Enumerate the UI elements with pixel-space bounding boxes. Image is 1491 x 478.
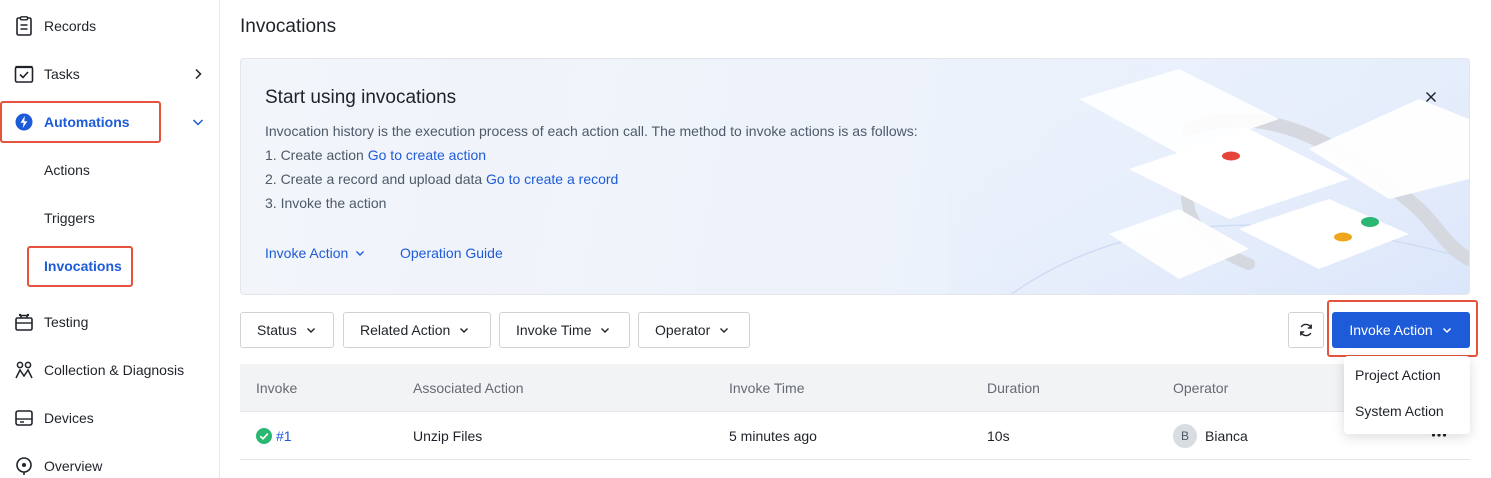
sidebar-item-label: Collection & Diagnosis	[44, 362, 185, 378]
sidebar-item-label: Overview	[44, 458, 103, 474]
chevron-down-icon	[601, 328, 610, 333]
banner-step-2: 2. Create a record and upload data Go to…	[265, 171, 618, 187]
success-check-icon	[256, 428, 272, 444]
invoke-time-filter-label: Invoke Time	[516, 322, 592, 338]
invoke-id-link[interactable]: #1	[276, 428, 292, 444]
chevron-down-icon	[356, 251, 365, 256]
overview-icon	[14, 456, 34, 476]
related-action-filter-label: Related Action	[360, 322, 451, 338]
sidebar-item-label: Devices	[44, 410, 94, 426]
column-header-invoke: Invoke	[256, 380, 298, 396]
sidebar-item-overview[interactable]: Overview	[0, 446, 219, 478]
related-action-filter[interactable]: Related Action	[343, 312, 491, 348]
sidebar-item-label: Testing	[44, 314, 89, 330]
briefcase-icon	[14, 312, 34, 332]
sidebar: Records Tasks Automations Actions Trigge…	[0, 0, 220, 478]
operation-guide-label: Operation Guide	[400, 245, 503, 261]
sidebar-item-collection-diagnosis[interactable]: Collection & Diagnosis	[0, 350, 219, 390]
column-header-invoke-time: Invoke Time	[729, 380, 805, 396]
sidebar-item-label: Triggers	[44, 210, 95, 226]
sidebar-item-label: Records	[44, 18, 97, 34]
sidebar-item-label: Actions	[44, 162, 90, 178]
task-check-icon	[14, 64, 34, 84]
chevron-down-icon	[460, 328, 469, 333]
banner-invoke-action-label: Invoke Action	[265, 245, 349, 261]
sidebar-item-tasks[interactable]: Tasks	[0, 54, 219, 94]
column-header-duration: Duration	[987, 380, 1040, 396]
step-2-text: 2. Create a record and upload data	[265, 171, 487, 187]
sidebar-item-actions[interactable]: Actions	[0, 150, 219, 190]
operation-guide-link[interactable]: Operation Guide	[400, 245, 503, 261]
operator-filter-label: Operator	[655, 322, 711, 338]
sidebar-item-testing[interactable]: Testing	[0, 302, 219, 342]
status-filter-label: Status	[257, 322, 297, 338]
create-record-link[interactable]: Go to create a record	[486, 171, 618, 187]
table-row[interactable]: #1 Unzip Files 5 minutes ago 10s B Bianc…	[240, 412, 1470, 460]
banner-step-3: 3. Invoke the action	[265, 195, 387, 211]
sidebar-item-records[interactable]: Records	[0, 6, 219, 46]
banner-illustration	[949, 59, 1469, 294]
invoke-action-dropdown: Project Action System Action	[1344, 356, 1470, 434]
sidebar-item-devices[interactable]: Devices	[0, 398, 219, 438]
dropdown-item-system-action[interactable]: System Action	[1355, 403, 1444, 419]
duration-cell: 10s	[987, 428, 1010, 444]
create-action-link[interactable]: Go to create action	[368, 147, 486, 163]
associated-action-cell: Unzip Files	[413, 428, 483, 444]
automations-highlight	[0, 101, 161, 143]
close-icon[interactable]	[1423, 89, 1439, 105]
status-filter[interactable]: Status	[240, 312, 334, 348]
chevron-down-icon	[306, 328, 315, 333]
main-content: Invocations Start using invocations Invo…	[220, 0, 1491, 478]
column-header-operator: Operator	[1173, 380, 1229, 396]
banner-invoke-action-link[interactable]: Invoke Action	[265, 245, 366, 261]
sidebar-item-label: Tasks	[44, 66, 80, 82]
invoke-time-cell: 5 minutes ago	[729, 428, 817, 444]
step-1-text: 1. Create action	[265, 147, 368, 163]
table-header: Invoke Associated Action Invoke Time Dur…	[240, 364, 1470, 412]
getting-started-banner: Start using invocations Invocation histo…	[240, 58, 1470, 295]
invoke-action-highlight	[1327, 300, 1478, 357]
clipboard-icon	[14, 16, 34, 36]
refresh-button[interactable]	[1288, 312, 1324, 348]
banner-intro: Invocation history is the execution proc…	[265, 123, 918, 139]
refresh-icon	[1300, 323, 1312, 337]
page-title: Invocations	[240, 16, 337, 37]
avatar: B	[1173, 424, 1197, 448]
invocations-highlight	[27, 246, 133, 287]
device-icon	[14, 408, 34, 428]
diagnosis-icon	[14, 360, 34, 380]
operator-cell: Bianca	[1205, 428, 1248, 444]
invoke-time-filter[interactable]: Invoke Time	[499, 312, 630, 348]
column-header-associated-action: Associated Action	[413, 380, 524, 396]
chevron-down-icon	[192, 119, 204, 126]
chevron-down-icon	[720, 328, 729, 333]
banner-step-1: 1. Create action Go to create action	[265, 147, 486, 163]
operator-filter[interactable]: Operator	[638, 312, 750, 348]
chevron-right-icon	[195, 68, 202, 80]
sidebar-item-triggers[interactable]: Triggers	[0, 198, 219, 238]
banner-title: Start using invocations	[265, 87, 457, 108]
dropdown-item-project-action[interactable]: Project Action	[1355, 367, 1441, 383]
